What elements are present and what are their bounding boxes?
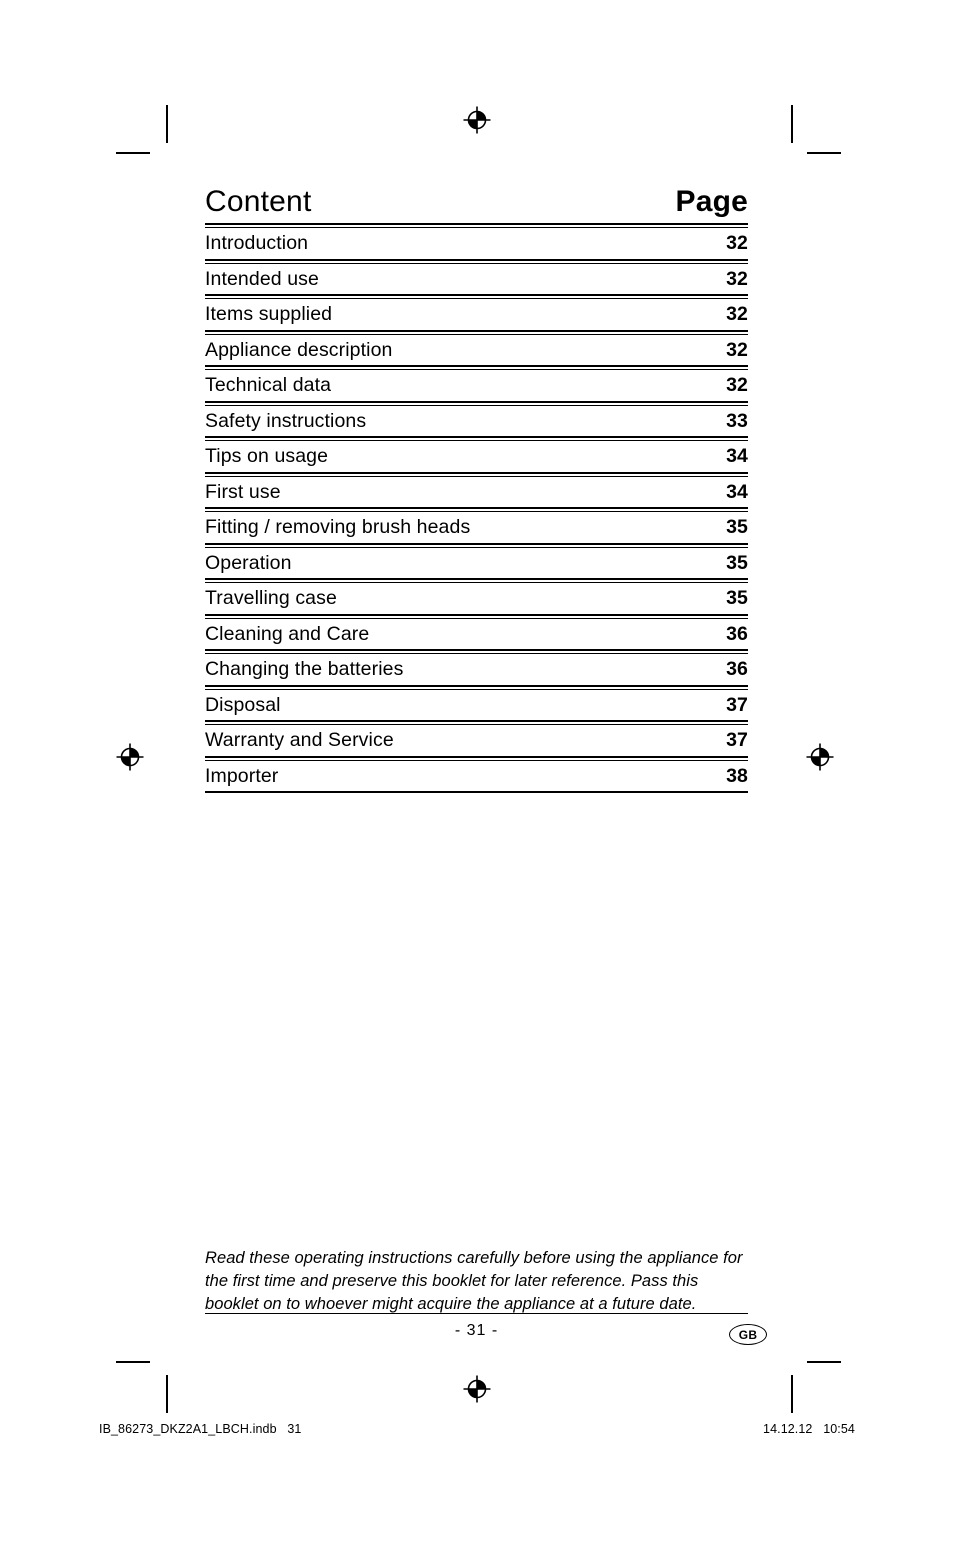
toc-entry-page-number: 32: [726, 338, 748, 361]
toc-row[interactable]: Cleaning and Care 36: [205, 619, 748, 650]
toc-entry-label: Appliance description: [205, 338, 393, 361]
toc-entry-label: Importer: [205, 764, 279, 787]
document-page: Content Page Introduction 32 Intended use 3…: [0, 0, 954, 1551]
print-slug-filename: IB_86273_DKZ2A1_LBCH.indb 31: [99, 1422, 302, 1436]
crop-mark-bottom-left-horizontal: [116, 1361, 150, 1363]
toc-entry-page-number: 32: [726, 303, 748, 325]
toc-row[interactable]: Warranty and Service 37: [205, 725, 748, 756]
toc-entry-page-number: 37: [726, 729, 748, 751]
page-title: Content: [205, 185, 312, 218]
toc-entry-page-number: 35: [726, 516, 748, 538]
toc-entry-page-number: 32: [726, 267, 748, 290]
toc-entry-label: Tips on usage: [205, 445, 329, 467]
toc-row[interactable]: Technical data 32: [205, 370, 748, 401]
registration-mark-left-middle: [115, 742, 145, 772]
toc-entry-page-number: 32: [726, 374, 748, 396]
footer-note: Read these operating instructions carefu…: [205, 1249, 743, 1313]
toc-row[interactable]: Introduction 32: [205, 228, 748, 259]
toc-row[interactable]: Items supplied 32: [205, 299, 748, 330]
toc-entry-page-number: 32: [726, 232, 748, 254]
toc-row[interactable]: Travelling case 35: [205, 583, 748, 614]
toc-entry-page-number: 37: [726, 693, 748, 716]
toc-entry-label: Cleaning and Care: [205, 622, 370, 645]
toc-row[interactable]: Disposal 37: [205, 690, 748, 721]
toc-entry-label: Technical data: [205, 374, 332, 396]
toc-entry-page-number: 36: [726, 622, 748, 645]
toc-entry-label: Changing the batteries: [205, 658, 404, 680]
crop-mark-bottom-right-horizontal: [807, 1361, 841, 1363]
table-of-contents: Content Page Introduction 32 Intended use 3…: [205, 185, 748, 793]
registration-mark-bottom-center: [462, 1374, 492, 1404]
crop-mark-top-left-vertical: [166, 105, 168, 143]
toc-row[interactable]: Appliance description 32: [205, 335, 748, 366]
region-badge: GB: [729, 1324, 767, 1345]
toc-entry-label: Items supplied: [205, 303, 333, 325]
print-slug-timestamp: 14.12.12 10:54: [763, 1422, 855, 1436]
footer-divider: [205, 1313, 748, 1314]
toc-entry-page-number: 36: [726, 658, 748, 680]
toc-row[interactable]: First use 34: [205, 477, 748, 508]
toc-entry-label: Intended use: [205, 267, 319, 290]
toc-row[interactable]: Tips on usage 34: [205, 441, 748, 472]
toc-bottom-divider: [205, 791, 748, 793]
toc-row[interactable]: Intended use 32: [205, 264, 748, 295]
page-number: - 31 -: [454, 1322, 499, 1339]
crop-mark-bottom-left-vertical: [166, 1375, 168, 1413]
toc-entry-page-number: 38: [726, 764, 748, 787]
registration-mark-right-middle: [805, 742, 835, 772]
registration-mark-top-center: [462, 105, 492, 135]
toc-row-list: Introduction 32 Intended use 32 Items suppli…: [205, 223, 748, 793]
toc-row[interactable]: Importer 38: [205, 761, 748, 792]
toc-entry-label: First use: [205, 480, 281, 503]
toc-entry-page-number: 35: [726, 551, 748, 574]
toc-row[interactable]: Safety instructions 33: [205, 406, 748, 437]
crop-mark-top-left-horizontal: [116, 152, 150, 154]
toc-entry-page-number: 34: [726, 445, 748, 467]
toc-entry-page-number: 34: [726, 480, 748, 503]
toc-entry-label: Operation: [205, 551, 292, 574]
toc-entry-label: Safety instructions: [205, 409, 367, 432]
toc-entry-label: Disposal: [205, 693, 281, 716]
toc-entry-label: Travelling case: [205, 587, 337, 609]
toc-row[interactable]: Changing the batteries 36: [205, 654, 748, 685]
toc-header: Content Page: [205, 185, 748, 223]
toc-entry-page-number: 33: [726, 409, 748, 432]
crop-mark-top-right-vertical: [791, 105, 793, 143]
toc-row[interactable]: Fitting / removing brush heads 35: [205, 512, 748, 543]
page-column-header: Page: [675, 185, 748, 218]
toc-entry-page-number: 35: [726, 587, 748, 609]
crop-mark-top-right-horizontal: [807, 152, 841, 154]
toc-entry-label: Fitting / removing brush heads: [205, 516, 471, 538]
toc-entry-label: Warranty and Service: [205, 729, 394, 751]
toc-entry-label: Introduction: [205, 232, 309, 254]
crop-mark-bottom-right-vertical: [791, 1375, 793, 1413]
toc-row[interactable]: Operation 35: [205, 548, 748, 579]
